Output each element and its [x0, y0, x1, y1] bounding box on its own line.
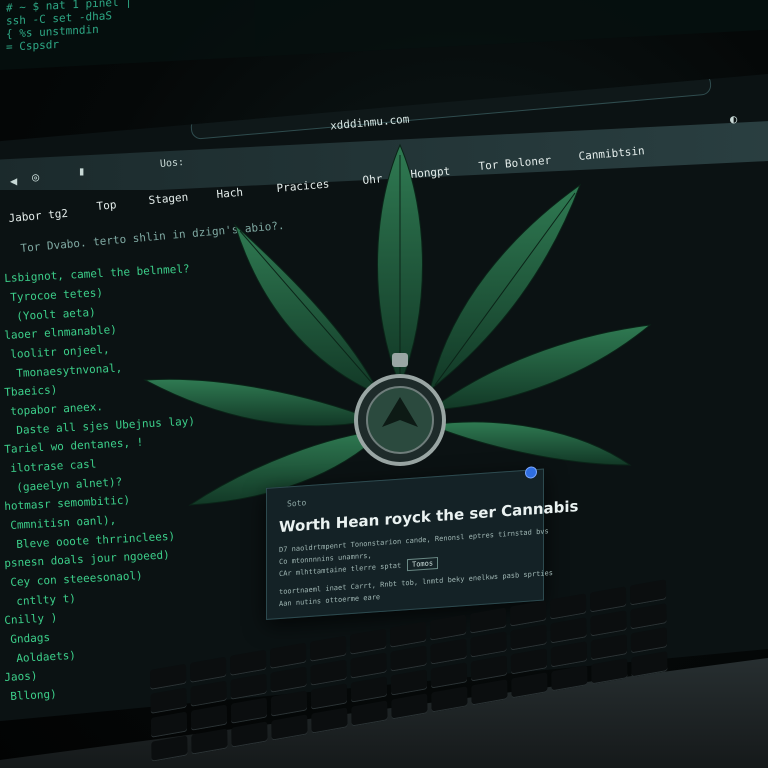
leaf-blade-left [143, 378, 377, 427]
keyboard-key[interactable] [190, 704, 228, 731]
keyboard-key[interactable] [631, 651, 668, 678]
keyboard-key[interactable] [230, 697, 268, 724]
code-line: Cmmnitisn oanl), [10, 513, 117, 532]
code-line: Aoldaets) [16, 648, 77, 665]
keyboard-key[interactable] [311, 707, 348, 734]
code-line: laoer elnmanable) [4, 323, 118, 342]
keyboard-key[interactable] [430, 662, 468, 689]
code-line: Tbaeics) [4, 383, 58, 399]
keyboard-key[interactable] [390, 645, 427, 672]
tab-title[interactable]: T:r: Dsnmnarn [655, 72, 734, 76]
code-line: Bllong) [10, 687, 57, 703]
keyboard-key[interactable] [310, 659, 347, 686]
keyboard-key[interactable] [351, 700, 388, 727]
code-line: (Yoolt aeta) [16, 305, 97, 323]
close-icon[interactable] [525, 466, 537, 479]
code-line: topabor aneex. [10, 400, 104, 418]
dialog-header: Soto [287, 498, 307, 509]
scene: # ~ $ nat 1 pinel | ssh -C set -dhaS { %… [0, 0, 768, 768]
keyboard-key[interactable] [391, 693, 428, 720]
keyboard-key[interactable] [430, 638, 467, 665]
keyboard-key[interactable] [150, 711, 188, 738]
code-line: Bleve ooote thrrinclees) [16, 529, 176, 551]
keyboard-key[interactable] [590, 610, 627, 637]
keyboard-key[interactable] [510, 648, 548, 675]
keyboard-key[interactable] [350, 652, 387, 679]
keyboard-key[interactable] [431, 686, 468, 713]
keyboard-key[interactable] [510, 624, 547, 651]
code-line: Jaos) [4, 669, 38, 684]
keyboard-key[interactable] [231, 721, 268, 748]
keyboard-key[interactable] [550, 617, 587, 644]
keyboard-key[interactable] [271, 714, 308, 741]
keyboard-key[interactable] [230, 673, 267, 700]
keyboard-key[interactable] [630, 603, 667, 630]
keyboard-key[interactable] [591, 658, 628, 685]
keyboard-key[interactable] [270, 690, 308, 717]
code-line: Tmonaesytnvonal, [16, 361, 123, 380]
code-line: Tyrocoe tetes) [10, 286, 104, 304]
code-line: Gndags [10, 630, 51, 646]
keyboard-key[interactable] [190, 680, 227, 707]
keyboard-key[interactable] [350, 676, 388, 703]
code-line: cntlty t) [16, 591, 77, 608]
keyboard-key[interactable] [150, 687, 187, 714]
dialog-text: Aan nutins ottoerme eare [279, 593, 381, 609]
keyboard-key[interactable] [470, 655, 508, 682]
keyboard-key[interactable] [550, 641, 588, 668]
keyboard-key[interactable] [511, 672, 548, 699]
code-line: Cnilly ) [4, 611, 58, 627]
keyboard-key[interactable] [471, 679, 508, 706]
star-icon[interactable]: ★ [630, 72, 637, 86]
background-terminal: # ~ $ nat 1 pinel | ssh -C set -dhaS { %… [0, 0, 768, 70]
info-dialog: Soto Worth Hean royck the ser Cannabis D… [266, 466, 579, 620]
keyboard-key[interactable] [551, 665, 588, 692]
keyboard-key[interactable] [270, 666, 307, 693]
code-line: loolitr onjeel, [10, 342, 110, 361]
code-line: hotmasr semombitic) [4, 493, 131, 513]
leaf-blade-lower-right [428, 421, 632, 466]
keyboard-key[interactable] [630, 627, 668, 654]
keyboard-key[interactable] [390, 669, 428, 696]
cannabis-leaf-illustration [143, 143, 652, 506]
code-line: Tariel wo dentanes, ! [4, 435, 144, 456]
keyboard-key[interactable] [590, 634, 628, 661]
dialog-button[interactable]: Tomos [407, 556, 439, 572]
code-line: Cey con steeesonaol) [10, 569, 143, 589]
keyboard-key[interactable] [310, 683, 348, 710]
code-line: psnesn doals jour ngoeed) [4, 548, 171, 570]
code-line: ilotrase casl [10, 457, 97, 475]
code-line: (gaeelyn alnet)? [16, 475, 123, 494]
keyboard-key[interactable] [151, 735, 188, 762]
keyboard-key[interactable] [191, 728, 228, 755]
keyboard-key[interactable] [470, 631, 507, 658]
